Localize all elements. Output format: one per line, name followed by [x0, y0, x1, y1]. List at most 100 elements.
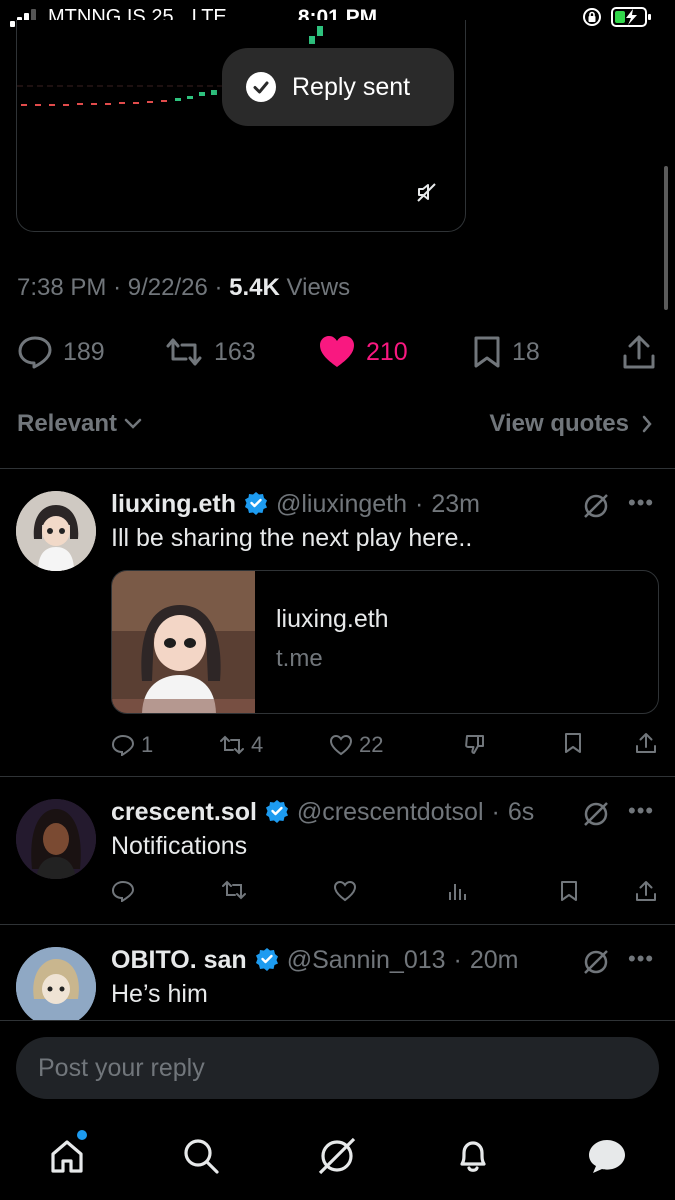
new-posts-indicator: [77, 1130, 87, 1140]
like-button[interactable]: [333, 880, 357, 902]
repost-button[interactable]: [221, 880, 247, 900]
reply-button[interactable]: 189: [17, 330, 105, 374]
reply-text: Ill be sharing the next play here..: [111, 524, 473, 552]
separator: ·: [453, 946, 462, 974]
reply-count: 1: [141, 732, 154, 757]
display-name[interactable]: OBITO. san: [111, 946, 247, 975]
like-button[interactable]: 22: [329, 732, 383, 758]
bookmark-button[interactable]: [559, 880, 579, 902]
reply-button[interactable]: 1: [111, 732, 153, 758]
bookmark-icon: [561, 881, 577, 901]
nav-grok[interactable]: [314, 1133, 360, 1179]
grok-icon: [318, 1137, 356, 1175]
views-count: 5.4K: [229, 274, 280, 301]
reply-header: liuxing.eth @liuxingeth · 23m: [111, 488, 480, 519]
view-quotes-link[interactable]: View quotes: [489, 410, 653, 438]
scrollbar[interactable]: [664, 166, 668, 310]
sort-dropdown[interactable]: Relevant: [17, 410, 143, 438]
analytics-icon: [449, 884, 466, 900]
dislike-button[interactable]: [463, 732, 487, 756]
orientation-lock-icon: [583, 8, 601, 26]
repost-button[interactable]: 4: [219, 732, 263, 758]
reply-input[interactable]: [16, 1037, 659, 1099]
post-time: 7:38 PM: [17, 274, 107, 301]
view-quotes-label: View quotes: [489, 410, 629, 437]
share-button[interactable]: [635, 732, 657, 754]
separator: ·: [491, 798, 500, 826]
grok-icon[interactable]: [582, 800, 610, 828]
post-date: 9/22/26: [127, 274, 208, 301]
divider: [0, 1020, 675, 1021]
timestamp: 6s: [507, 798, 535, 826]
repost-icon: [220, 735, 244, 755]
nav-search[interactable]: [178, 1133, 224, 1179]
sort-label: Relevant: [17, 410, 118, 437]
reply-button[interactable]: [111, 880, 135, 902]
grok-icon[interactable]: [582, 948, 610, 976]
heart-filled-icon: [320, 336, 354, 367]
like-button[interactable]: 210: [318, 330, 408, 374]
repost-icon: [222, 880, 246, 900]
bookmark-icon: [565, 733, 581, 753]
bookmark-button[interactable]: 18: [472, 330, 540, 374]
share-button[interactable]: [622, 330, 656, 374]
like-count: 22: [359, 732, 384, 757]
handle[interactable]: @liuxingeth: [276, 490, 407, 519]
bell-icon: [460, 1141, 486, 1172]
post-action-bar: 189 163 210 18: [0, 330, 675, 374]
nav-messages[interactable]: [584, 1133, 630, 1179]
divider: [0, 776, 675, 777]
repost-count: 4: [251, 732, 264, 757]
reply-item[interactable]: liuxing.eth @liuxingeth · 23m ••• Ill be s…: [0, 488, 675, 776]
avatar[interactable]: [16, 491, 96, 571]
reply-item[interactable]: OBITO. san @Sannin_013 · 20m ••• He’s him: [0, 944, 675, 1020]
reply-action-bar: [111, 880, 661, 910]
toast-text: Reply sent: [292, 72, 411, 101]
chevron-down-icon: [124, 418, 142, 429]
checkmark-icon: [246, 72, 276, 102]
link-preview-card[interactable]: liuxing.eth t.me: [111, 570, 659, 714]
mute-icon[interactable]: [415, 180, 439, 204]
timestamp: 23m: [431, 490, 480, 518]
battery-charging-icon: [611, 7, 651, 27]
avatar[interactable]: [16, 947, 96, 1020]
display-name[interactable]: liuxing.eth: [111, 490, 236, 519]
bottom-nav: [0, 1115, 675, 1200]
display-name[interactable]: crescent.sol: [111, 798, 257, 827]
share-icon: [636, 733, 656, 753]
reply-text: He’s him: [111, 980, 208, 1008]
share-icon: [636, 881, 656, 901]
more-options-icon[interactable]: •••: [628, 490, 654, 516]
verified-badge-icon: [255, 948, 278, 971]
avatar[interactable]: [16, 799, 96, 879]
link-title: liuxing.eth: [276, 605, 389, 633]
share-button[interactable]: [635, 880, 657, 902]
verified-badge-icon: [245, 492, 267, 515]
bookmark-count: 18: [512, 337, 540, 366]
grok-icon[interactable]: [582, 492, 610, 520]
heart-icon: [329, 734, 353, 756]
reply-sort-row: Relevant View quotes: [0, 404, 675, 448]
post-meta: 7:38 PM · 9/22/26 · 5.4K Views: [17, 274, 351, 301]
views-button[interactable]: [447, 880, 469, 902]
repost-count: 163: [214, 337, 256, 366]
repost-icon: [166, 338, 202, 366]
divider: [0, 468, 675, 469]
verified-badge-icon: [265, 800, 288, 823]
messages-icon: [589, 1140, 625, 1173]
reply-composer[interactable]: [16, 1037, 659, 1099]
like-count: 210: [366, 337, 408, 366]
more-options-icon[interactable]: •••: [628, 798, 654, 824]
bookmark-icon: [474, 336, 500, 368]
bookmark-button[interactable]: [563, 732, 583, 754]
reply-icon: [111, 880, 135, 902]
separator: ·: [415, 490, 424, 518]
handle[interactable]: @Sannin_013: [287, 946, 446, 975]
handle[interactable]: @crescentdotsol: [297, 798, 484, 827]
reply-item[interactable]: crescent.sol @crescentdotsol · 6s ••• Noti…: [0, 796, 675, 924]
nav-notifications[interactable]: [450, 1133, 496, 1179]
repost-button[interactable]: 163: [164, 330, 256, 374]
views-label: Views: [286, 274, 351, 301]
more-options-icon[interactable]: •••: [628, 946, 654, 972]
nav-home[interactable]: [44, 1133, 90, 1179]
